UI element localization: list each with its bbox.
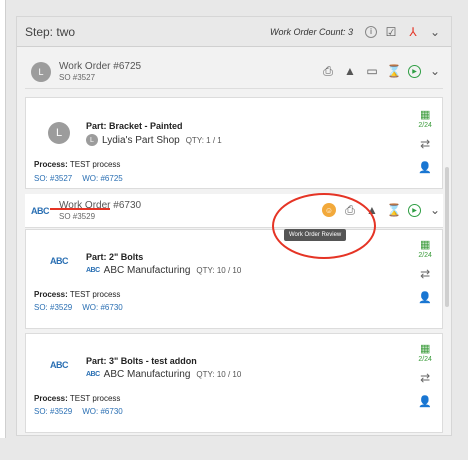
tooltip: Work Order Review xyxy=(284,229,347,241)
sales-order-number: SO #3527 xyxy=(59,73,96,82)
left-panel-edge xyxy=(0,0,6,438)
chevron-down-icon[interactable]: ⌄ xyxy=(427,202,443,218)
process: Process: TEST process xyxy=(34,160,121,169)
work-order-row-6730[interactable]: ABC Work Order #6730 SO #3529 ☺ ⎙ ▲ ⌛ ▶ … xyxy=(25,194,443,228)
vendor: L Lydia's Part Shop QTY: 1 / 1 xyxy=(86,134,222,146)
step-panel: Step: two Work Order Count: 3 i ☑ ⅄ ⌄ L … xyxy=(16,16,452,436)
part-card-2in-bolts: ABC Part: 2" Bolts ABC ABC Manufacturing… xyxy=(25,229,443,329)
order-links[interactable]: SO: #3529 WO: #6730 xyxy=(34,303,133,312)
part-card-bracket: L Part: Bracket - Painted L Lydia's Part… xyxy=(25,97,443,189)
avatar: L xyxy=(48,122,70,144)
abc-logo: ABC xyxy=(50,256,69,266)
work-order-row-6725[interactable]: L Work Order #6725 SO #3527 ⎙ ▲ ▭ ⌛ ▶ ⌄ xyxy=(25,55,443,89)
transfer-icon[interactable]: ⇄ xyxy=(420,137,430,151)
abc-logo: ABC xyxy=(31,205,50,216)
calendar-icon[interactable]: ▦ xyxy=(420,238,430,251)
info-icon[interactable]: i xyxy=(365,25,377,38)
red-circle-annotation xyxy=(272,193,376,259)
red-underline-annotation xyxy=(50,208,110,210)
hourglass-icon[interactable]: ⌛ xyxy=(386,63,402,79)
order-links[interactable]: SO: #3529 WO: #6730 xyxy=(34,407,133,416)
scrollbar[interactable] xyxy=(445,167,449,307)
user-settings-icon[interactable]: 👤 xyxy=(418,161,432,174)
printer-icon[interactable]: ⎙ xyxy=(320,63,336,79)
calendar-icon[interactable]: ▦ xyxy=(420,342,430,355)
checklist-icon[interactable]: ☑ xyxy=(383,24,399,40)
split-icon[interactable]: ⅄ xyxy=(405,24,421,40)
user-settings-icon[interactable]: 👤 xyxy=(418,395,432,408)
card-actions: ▦ 2/24 ⇄ 👤 xyxy=(418,342,432,408)
abc-logo: ABC xyxy=(50,360,69,370)
chevron-down-icon[interactable]: ⌄ xyxy=(427,63,443,79)
process: Process: TEST process xyxy=(34,394,121,403)
calendar-icon[interactable]: ▦ xyxy=(420,108,430,121)
avatar: L xyxy=(31,61,53,82)
step-header: Step: two Work Order Count: 3 i ☑ ⅄ ⌄ xyxy=(17,17,451,47)
transfer-icon[interactable]: ⇄ xyxy=(420,371,430,385)
sales-order-number: SO #3529 xyxy=(59,212,96,221)
work-order-title[interactable]: Work Order #6725 xyxy=(59,61,141,72)
order-links[interactable]: SO: #3527 WO: #6725 xyxy=(34,174,133,183)
user-settings-icon[interactable]: 👤 xyxy=(418,291,432,304)
vendor: ABC ABC Manufacturing QTY: 10 / 10 xyxy=(86,369,242,380)
play-icon[interactable]: ▶ xyxy=(408,203,421,217)
hourglass-icon[interactable]: ⌛ xyxy=(386,202,402,218)
chevron-down-icon[interactable]: ⌄ xyxy=(427,24,443,40)
part-name: Part: 2" Bolts xyxy=(86,252,144,262)
play-icon[interactable]: ▶ xyxy=(408,64,421,78)
process: Process: TEST process xyxy=(34,290,121,299)
warning-icon[interactable]: ▲ xyxy=(342,63,358,79)
work-order-count: Work Order Count: 3 xyxy=(269,26,353,37)
part-card-3in-bolts: ABC Part: 3" Bolts - test addon ABC ABC … xyxy=(25,333,443,433)
archive-icon[interactable]: ▭ xyxy=(364,63,380,79)
transfer-icon[interactable]: ⇄ xyxy=(420,267,430,281)
part-name: Part: 3" Bolts - test addon xyxy=(86,356,197,366)
vendor: ABC ABC Manufacturing QTY: 10 / 10 xyxy=(86,265,242,276)
card-actions: ▦ 2/24 ⇄ 👤 xyxy=(418,238,432,304)
part-name: Part: Bracket - Painted xyxy=(86,121,183,131)
card-actions: ▦ 2/24 ⇄ 👤 xyxy=(418,108,432,174)
step-title: Step: two xyxy=(25,24,76,39)
